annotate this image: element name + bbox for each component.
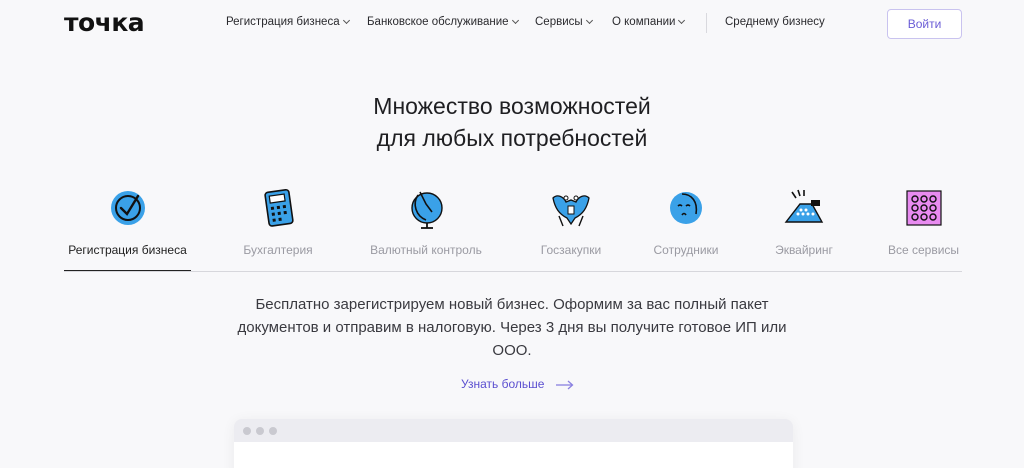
browser-preview — [234, 419, 793, 468]
tab-label: Эквайринг — [775, 243, 833, 257]
grid-dots-icon — [905, 190, 942, 226]
tab-public-procurement[interactable]: Госзакупки — [531, 184, 611, 272]
chevron-down-icon — [585, 16, 593, 25]
arrow-right-icon — [555, 380, 574, 390]
payment-terminal-icon — [784, 189, 824, 223]
learn-more-label: Узнать больше — [461, 377, 545, 391]
nav-item-services[interactable]: Сервисы — [535, 16, 593, 28]
site-header: точка Регистрация бизнеса Банковское обс… — [0, 0, 1024, 48]
page-title: Множество возможностей для любых потребн… — [262, 90, 762, 154]
window-dot-icon — [243, 427, 251, 435]
tab-business-registration[interactable]: Регистрация бизнеса — [64, 184, 191, 272]
main-nav: Регистрация бизнеса Банковское обслужива… — [0, 16, 1024, 32]
tab-label: Регистрация бизнеса — [68, 243, 187, 257]
chevron-down-icon — [678, 16, 686, 25]
tab-employees[interactable]: Сотрудники — [651, 184, 721, 272]
nav-item-registration[interactable]: Регистрация бизнеса — [226, 16, 350, 28]
nav-item-label: О компании — [612, 16, 676, 28]
nav-item-label: Регистрация бизнеса — [226, 16, 340, 28]
globe-icon — [411, 191, 443, 229]
tab-label: Все сервисы — [887, 243, 960, 257]
nav-item-label: Банковское обслуживание — [367, 16, 509, 28]
learn-more-link[interactable]: Узнать больше — [461, 377, 574, 391]
nav-item-banking[interactable]: Банковское обслуживание — [367, 16, 519, 28]
nav-divider — [706, 13, 707, 33]
tab-currency-control[interactable]: Валютный контроль — [364, 184, 488, 272]
window-dot-icon — [256, 427, 264, 435]
tab-label: Сотрудники — [653, 243, 719, 257]
tab-label: Госзакупки — [540, 243, 602, 257]
browser-content — [234, 442, 793, 468]
tab-description: Бесплатно зарегистрируем новый бизнес. О… — [237, 296, 787, 359]
nav-item-label: Сервисы — [535, 16, 583, 28]
tab-all-services[interactable]: Все сервисы — [885, 184, 962, 272]
nav-item-about[interactable]: О компании — [612, 16, 686, 28]
chevron-down-icon — [342, 16, 350, 25]
face-icon — [670, 192, 702, 224]
calculator-icon — [264, 188, 294, 227]
login-button[interactable]: Войти — [887, 9, 962, 39]
tab-accounting[interactable]: Бухгалтерия — [234, 184, 322, 272]
window-dot-icon — [269, 427, 277, 435]
tab-acquiring[interactable]: Эквайринг — [771, 184, 837, 272]
nav-link-medium-business[interactable]: Среднему бизнесу — [725, 16, 825, 28]
tab-label: Бухгалтерия — [243, 243, 313, 257]
tab-label: Валютный контроль — [370, 243, 482, 257]
chevron-down-icon — [511, 16, 519, 25]
services-tabs: Регистрация бизнеса Бухгалтерия Валютный… — [64, 184, 962, 274]
eagle-emblem-icon — [552, 195, 590, 227]
title-line-2: для любых потребностей — [376, 125, 648, 151]
tabs-divider — [64, 271, 962, 272]
check-circle-icon — [110, 191, 145, 225]
title-line-1: Множество возможностей — [373, 93, 651, 119]
